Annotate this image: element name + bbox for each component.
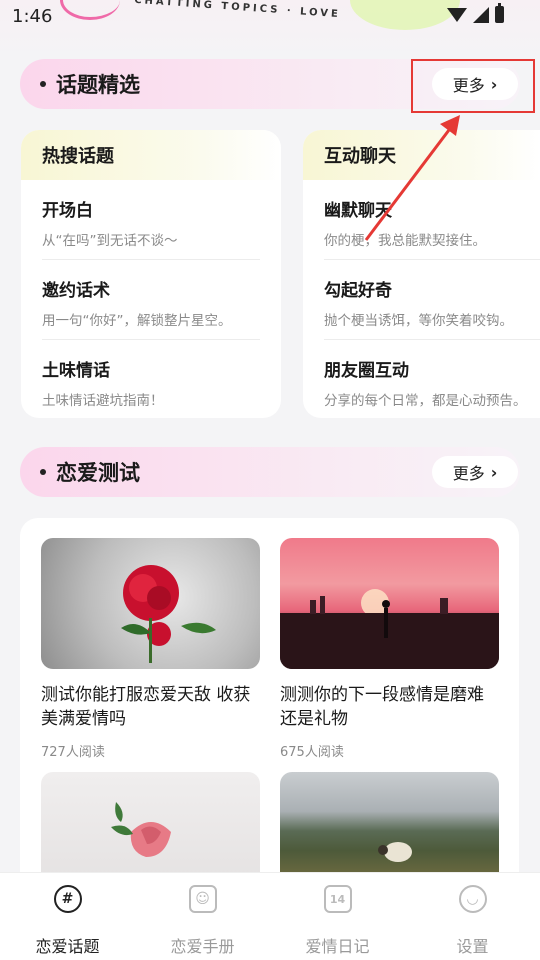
smile-icon: ◡ <box>458 885 487 913</box>
topics-section-title: 话题精选 <box>56 73 140 97</box>
topic-item-subtitle: 用一句“你好”，解锁整片星空。 <box>42 313 232 329</box>
more-label: 更多 <box>452 464 485 483</box>
topic-item-title: 开场白 <box>42 201 93 221</box>
bottom-tab-bar: # 恋爱话题 ☺ 恋爱手册 14 爱情日记 ◡ 设置 <box>0 872 540 960</box>
calendar-icon: 14 <box>323 885 352 913</box>
test-card[interactable]: 测测你的下一段感情是磨难还是礼物 675人阅读 <box>280 538 499 760</box>
tab-settings[interactable]: ◡ 设置 <box>405 873 540 960</box>
status-icons <box>447 3 504 23</box>
topic-item[interactable]: 开场白 从“在吗”到无话不谈～ <box>42 180 260 260</box>
tab-label: 爱情日记 <box>305 937 370 956</box>
test-card-title: 测试你能打服恋爱天敌 收获美满爱情吗 <box>41 685 251 729</box>
topic-item[interactable]: 朋友圈互动 分享的每个日常，都是心动预告。 <box>324 340 540 418</box>
test-card-title: 测测你的下一段感情是磨难还是礼物 <box>280 685 484 729</box>
topic-item-subtitle: 分享的每个日常，都是心动预告。 <box>324 393 527 409</box>
topic-card-title: 互动聊天 <box>303 130 540 180</box>
signal-icon <box>473 6 489 23</box>
handbook-icon: ☺ <box>188 885 217 913</box>
test-section-title: 恋爱测试 <box>56 461 140 485</box>
test-card-reads: 727人阅读 <box>41 745 105 760</box>
chevron-right-icon: › <box>490 462 498 482</box>
tab-label: 恋爱手册 <box>170 937 235 956</box>
topic-item-subtitle: 土味情话避坑指南！ <box>42 393 164 409</box>
topic-item[interactable]: 勾起好奇 抛个梗当诱饵，等你笑着咬钩。 <box>324 260 540 340</box>
test-card-reads: 675人阅读 <box>280 745 344 760</box>
battery-icon <box>495 3 504 23</box>
topic-item-title: 勾起好奇 <box>324 281 392 301</box>
hashtag-icon: # <box>53 885 82 913</box>
annotation-highlight-box <box>411 59 535 113</box>
tab-label: 设置 <box>456 937 489 956</box>
topic-card-title: 热搜话题 <box>21 130 281 180</box>
topic-item-title: 幽默聊天 <box>324 201 392 221</box>
tab-label: 恋爱话题 <box>35 937 100 956</box>
bullet-dot <box>40 469 46 475</box>
topic-item[interactable]: 邀约话术 用一句“你好”，解锁整片星空。 <box>42 260 260 340</box>
topic-item-title: 朋友圈互动 <box>324 361 409 381</box>
test-panel: 测试你能打服恋爱天敌 收获美满爱情吗 727人阅读 测测你的下一段感情是磨难还是… <box>20 518 519 918</box>
rose-image <box>41 538 260 669</box>
test-card[interactable]: 测试你能打服恋爱天敌 收获美满爱情吗 727人阅读 <box>41 538 260 760</box>
bullet-dot <box>40 81 46 87</box>
topic-card-interactive: 互动聊天 幽默聊天 你的梗，我总能默契接住。 勾起好奇 抛个梗当诱饵，等你笑着咬… <box>303 130 540 418</box>
topic-item-subtitle: 从“在吗”到无话不谈～ <box>42 233 178 249</box>
wifi-icon <box>447 7 467 22</box>
sunset-image <box>280 538 499 669</box>
topic-item-subtitle: 你的梗，我总能默契接住。 <box>324 233 486 249</box>
test-section-header: 恋爱测试 更多 › <box>20 447 520 497</box>
topic-item[interactable]: 土味情话 土味情话避坑指南！ <box>42 340 260 418</box>
test-more-button[interactable]: 更多 › <box>432 456 518 488</box>
topic-item-subtitle: 抛个梗当诱饵，等你笑着咬钩。 <box>324 313 513 329</box>
status-time: 1:46 <box>12 6 53 27</box>
topic-item-title: 土味情话 <box>42 361 110 381</box>
topic-item-title: 邀约话术 <box>42 281 110 301</box>
topic-item[interactable]: 幽默聊天 你的梗，我总能默契接住。 <box>324 180 540 260</box>
tab-topics[interactable]: # 恋爱话题 <box>0 873 135 960</box>
topic-card-hot: 热搜话题 开场白 从“在吗”到无话不谈～ 邀约话术 用一句“你好”，解锁整片星空… <box>21 130 281 418</box>
tab-diary[interactable]: 14 爱情日记 <box>270 873 405 960</box>
tab-handbook[interactable]: ☺ 恋爱手册 <box>135 873 270 960</box>
